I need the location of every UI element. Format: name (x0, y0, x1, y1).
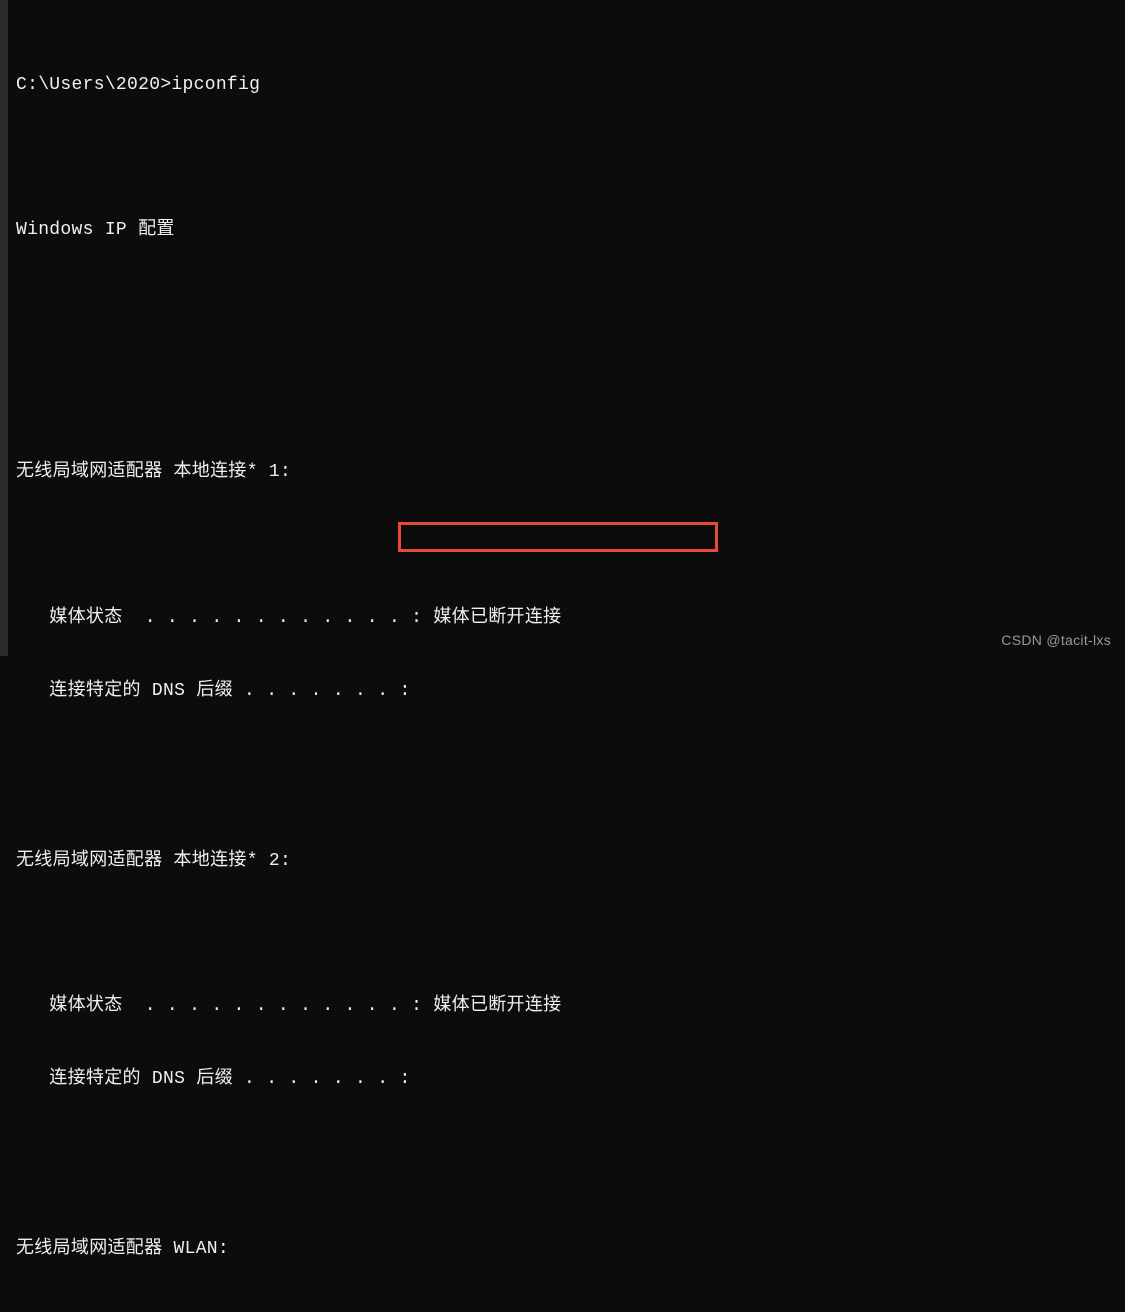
window-left-bar (0, 0, 8, 656)
blank-line (16, 1140, 1109, 1164)
watermark-text: CSDN @tacit-lxs (1001, 632, 1111, 648)
prompt-line: C:\Users\2020>ipconfig (16, 73, 1109, 97)
blank-line (16, 752, 1109, 776)
adapter1-title: 无线局域网适配器 本地连接* 1: (16, 460, 1109, 484)
blank-line (16, 1310, 1109, 1312)
adapter2-dns: 连接特定的 DNS 后缀 . . . . . . . : (16, 1067, 1109, 1091)
blank-line (16, 145, 1109, 169)
adapter2-title: 无线局域网适配器 本地连接* 2: (16, 849, 1109, 873)
blank-line (16, 922, 1109, 946)
adapter1-dns: 连接特定的 DNS 后缀 . . . . . . . : (16, 679, 1109, 703)
adapter1-media: 媒体状态 . . . . . . . . . . . . : 媒体已断开连接 (16, 606, 1109, 630)
terminal-output: C:\Users\2020>ipconfig Windows IP 配置 无线局… (0, 0, 1125, 1312)
blank-line (16, 364, 1109, 388)
blank-line (16, 533, 1109, 557)
wlan-title: 无线局域网适配器 WLAN: (16, 1237, 1109, 1261)
ipconfig-header: Windows IP 配置 (16, 218, 1109, 242)
adapter2-media: 媒体状态 . . . . . . . . . . . . : 媒体已断开连接 (16, 994, 1109, 1018)
blank-line (16, 291, 1109, 315)
